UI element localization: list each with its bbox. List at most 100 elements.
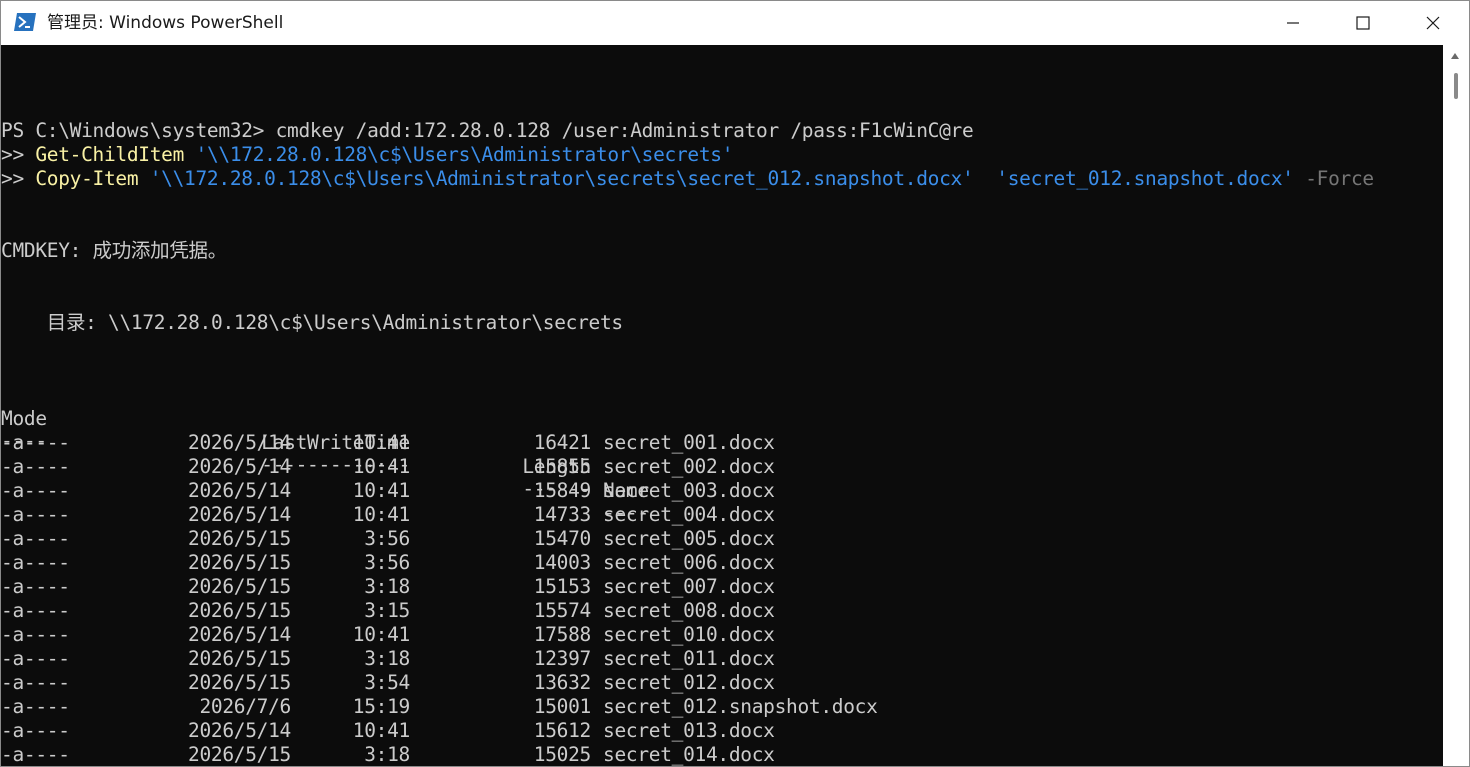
cell-mode: -a---- [1,671,70,694]
table-row: -a---- 2026/5/14 10:41 15612 secret_013.docx [1,719,1443,743]
maximize-icon [1356,16,1370,30]
cell-name: secret_005.docx [603,527,775,550]
minimize-button[interactable] [1257,1,1329,45]
cell-length: 15574 [533,599,592,622]
table-row: -a---- 2026/5/14 10:41 14733 secret_004.docx [1,503,1443,527]
cell-date: 2026/5/15 [188,551,291,574]
cell-date: 2026/5/14 [188,431,291,454]
cmdlet-get-childitem: Get-ChildItem [35,143,185,166]
cell-mode: -a---- [1,647,70,670]
cell-name: secret_001.docx [603,431,775,454]
cell-mode: -a---- [1,503,70,526]
window-title: 管理员: Windows PowerShell [47,13,284,33]
cell-time: 3:15 [364,599,410,622]
cell-time: 3:18 [364,743,410,766]
close-button[interactable] [1397,1,1469,45]
cell-length: 12397 [533,647,592,670]
cell-length: 14003 [533,551,592,574]
cell-date: 2026/5/15 [188,671,291,694]
cmdlet-copy-item: Copy-Item [35,167,139,190]
cell-time: 3:56 [364,551,410,574]
prompt-text: PS C:\Windows\system32> [1,119,276,142]
table-row: -a---- 2026/5/14 10:41 15849 secret_003.docx [1,479,1443,503]
cell-name: secret_014.docx [603,743,775,766]
cell-time: 3:18 [364,575,410,598]
table-row: -a---- 2026/7/6 15:19 15001 secret_012.snaps… [1,695,1443,719]
cell-length: 15849 [533,479,592,502]
cell-name: secret_002.docx [603,455,775,478]
cell-time: 15:19 [352,695,411,718]
cell-length: 15855 [533,455,592,478]
cell-name: secret_007.docx [603,575,775,598]
continuation-marker: >> [1,143,36,166]
table-row: -a---- 2026/5/15 3:18 15025 secret_014.docx [1,743,1443,766]
table-row: -a---- 2026/5/14 10:41 16421 secret_001.docx [1,431,1443,455]
cell-name: secret_006.docx [603,551,775,574]
cell-time: 10:41 [352,503,411,526]
cell-mode: -a---- [1,527,70,550]
cell-time: 10:41 [352,455,411,478]
cell-length: 15001 [533,695,592,718]
cell-length: 17588 [533,623,592,646]
cell-date: 2026/5/15 [188,743,291,766]
powershell-icon [14,13,36,31]
command-text: cmdkey /add:172.28.0.128 /user:Administr… [275,119,974,142]
cell-length: 15612 [533,719,592,742]
close-icon [1426,16,1440,30]
cell-time: 10:41 [352,623,411,646]
cell-time: 3:56 [364,527,410,550]
maximize-button[interactable] [1327,1,1399,45]
table-row: -a---- 2026/5/15 3:18 15153 secret_007.docx [1,575,1443,599]
console-output[interactable]: PS C:\Windows\system32> cmdkey /add:172.… [1,45,1443,766]
table-underline: ---- ------------- ------ ---- [1,405,1443,524]
table-row: -a---- 2026/5/15 3:56 14003 secret_006.docx [1,551,1443,575]
cell-length: 15470 [533,527,592,550]
scroll-up-arrow-icon[interactable] [1451,53,1459,59]
vertical-scrollbar[interactable] [1443,45,1469,766]
continuation-line-2: >> Copy-Item '\\172.28.0.128\c$\Users\Ad… [1,167,1374,191]
cell-name: secret_011.docx [603,647,775,670]
cell-date: 2026/5/14 [188,455,291,478]
destination-argument: 'secret_012.snapshot.docx' [973,167,1294,190]
cell-name: secret_012.snapshot.docx [603,695,878,718]
minimize-icon [1287,22,1299,24]
cell-name: secret_004.docx [603,503,775,526]
cell-mode: -a---- [1,695,70,718]
cell-time: 10:41 [352,719,411,742]
cell-mode: -a---- [1,599,70,622]
source-argument: '\\172.28.0.128\c$\Users\Administrator\s… [138,167,974,190]
cell-length: 14733 [533,503,592,526]
cell-mode: -a---- [1,743,70,766]
cell-length: 13632 [533,671,592,694]
cell-mode: -a---- [1,431,70,454]
title-bar[interactable]: 管理员: Windows PowerShell [1,1,1469,45]
cell-length: 15025 [533,743,592,766]
table-header: Mode LastWriteTime Length Name [1,383,1443,502]
directory-line: 目录: \\172.28.0.128\c$\Users\Administrato… [1,311,623,334]
cell-name: secret_003.docx [603,479,775,502]
cell-name: secret_008.docx [603,599,775,622]
table-row: -a---- 2026/5/15 3:18 12397 secret_011.docx [1,647,1443,671]
cell-date: 2026/5/14 [188,479,291,502]
cell-date: 2026/5/15 [188,599,291,622]
table-row: -a---- 2026/5/14 10:41 15855 secret_002.docx [1,455,1443,479]
cell-date: 2026/5/14 [188,503,291,526]
cell-time: 3:18 [364,647,410,670]
cell-mode: -a---- [1,455,70,478]
cell-mode: -a---- [1,479,70,502]
table-row: -a---- 2026/5/14 10:41 17588 secret_010.docx [1,623,1443,647]
scroll-thumb[interactable] [1454,73,1458,99]
cell-time: 10:41 [352,431,411,454]
cell-mode: -a---- [1,623,70,646]
cell-date: 2026/5/15 [188,575,291,598]
cell-length: 15153 [533,575,592,598]
force-parameter: -Force [1293,167,1374,190]
continuation-line-1: >> Get-ChildItem '\\172.28.0.128\c$\User… [1,143,733,167]
cell-time: 3:54 [364,671,410,694]
cell-date: 2026/5/14 [188,719,291,742]
cell-name: secret_010.docx [603,623,775,646]
continuation-marker: >> [1,167,36,190]
cell-length: 16421 [533,431,592,454]
cell-date: 2026/7/6 [199,695,291,718]
table-row: -a---- 2026/5/15 3:56 15470 secret_005.docx [1,527,1443,551]
